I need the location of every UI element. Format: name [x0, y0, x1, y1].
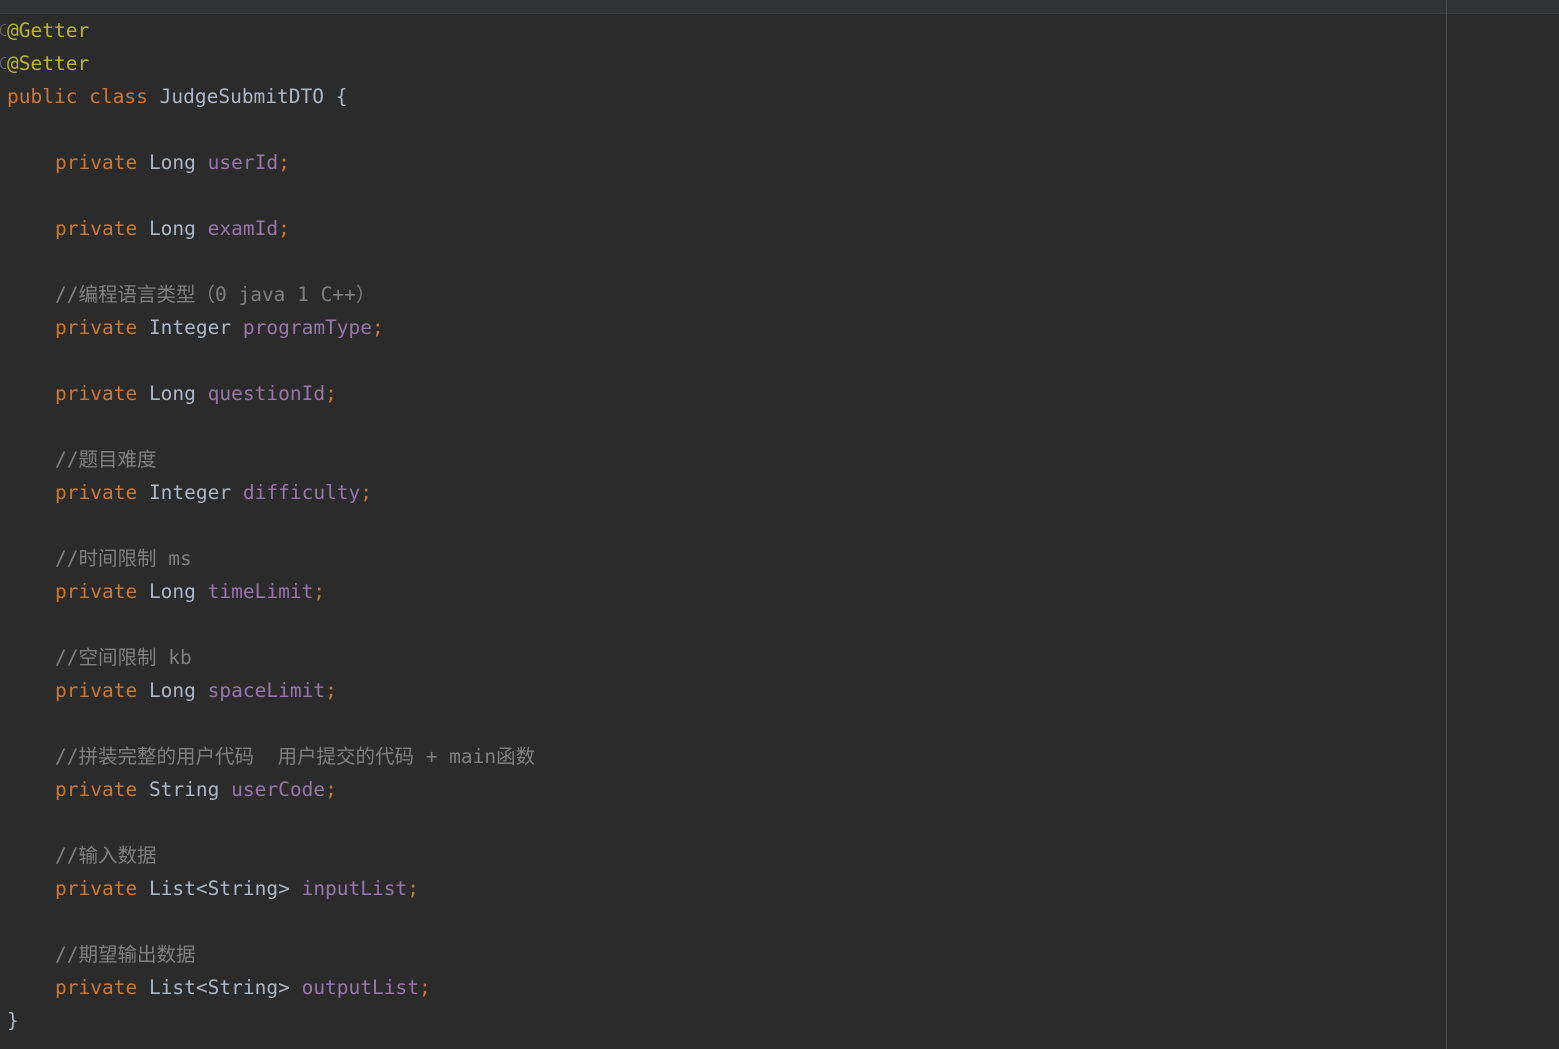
code-line[interactable] — [7, 905, 535, 938]
field-type: Long — [148, 382, 196, 405]
code-line[interactable] — [7, 509, 535, 542]
code-comment: //拼装完整的用户代码 用户提交的代码 + main函数 — [55, 745, 536, 768]
close-brace: } — [7, 1009, 19, 1032]
fold-marker-icon[interactable] — [0, 57, 6, 69]
code-line[interactable]: private Long examId; — [7, 212, 535, 245]
code-line[interactable]: @Setter — [7, 47, 535, 80]
code-line[interactable]: private List<String> inputList; — [7, 872, 535, 905]
code-line[interactable]: private List<String> outputList; — [7, 971, 535, 1004]
field-name: outputList — [301, 976, 419, 999]
annotation: @Getter — [7, 19, 90, 42]
field-modifier: private — [55, 481, 138, 504]
code-line[interactable]: private Long userId; — [7, 146, 535, 179]
code-editor[interactable]: @Getter @Setter public class JudgeSubmitDT… — [0, 0, 1559, 1049]
semicolon: ; — [313, 580, 326, 603]
field-type: Integer — [148, 316, 232, 339]
semicolon: ; — [325, 778, 337, 801]
field-type: Integer — [148, 481, 232, 504]
semicolon: ; — [325, 679, 337, 702]
code-line[interactable]: private Integer difficulty; — [7, 476, 535, 509]
code-line[interactable]: //编程语言类型（0 java 1 C++） — [7, 278, 535, 311]
semicolon: ; — [407, 877, 419, 900]
code-comment: //题目难度 — [55, 448, 157, 471]
code-comment: //空间限制 kb — [55, 646, 192, 669]
code-line[interactable] — [7, 410, 535, 443]
code-line[interactable] — [7, 806, 535, 839]
right-margin-guide — [1446, 0, 1447, 1049]
code-line[interactable]: private Long spaceLimit; — [7, 674, 535, 707]
field-modifier: private — [55, 580, 138, 603]
semicolon: ; — [325, 382, 337, 405]
code-line[interactable]: //时间限制 ms — [7, 542, 535, 575]
field-modifier: private — [55, 778, 138, 801]
fold-marker-icon[interactable] — [0, 24, 6, 36]
editor-tab-strip — [0, 0, 1559, 14]
code-comment: //输入数据 — [55, 844, 157, 867]
field-type: Long — [148, 679, 196, 702]
field-name: inputList — [301, 877, 408, 900]
field-modifier: private — [55, 217, 138, 240]
code-line[interactable] — [7, 245, 535, 278]
code-line[interactable]: //拼装完整的用户代码 用户提交的代码 + main函数 — [7, 740, 535, 773]
code-line[interactable]: private Long questionId; — [7, 377, 535, 410]
field-modifier: private — [55, 976, 138, 999]
code-line[interactable] — [7, 707, 535, 740]
code-comment: //时间限制 ms — [55, 547, 192, 570]
field-modifier: private — [55, 877, 138, 900]
code-line[interactable] — [7, 344, 535, 377]
class-keywords: public class — [7, 85, 148, 108]
annotation: @Setter — [7, 52, 90, 75]
code-line[interactable]: public class JudgeSubmitDTO { — [7, 80, 535, 113]
field-name: examId — [207, 217, 279, 240]
code-comment: //编程语言类型（0 java 1 C++） — [55, 283, 376, 306]
field-name: difficulty — [242, 481, 361, 504]
field-type: Long — [148, 151, 196, 174]
field-type: String — [148, 778, 220, 801]
semicolon: ; — [360, 481, 373, 504]
semicolon: ; — [418, 976, 431, 999]
code-line[interactable]: //输入数据 — [7, 839, 535, 872]
field-name: spaceLimit — [207, 679, 326, 702]
code-line[interactable]: } — [7, 1004, 535, 1037]
field-type: Long — [148, 217, 196, 240]
field-name: userCode — [231, 778, 326, 801]
field-name: questionId — [207, 382, 326, 405]
code-line[interactable]: private String userCode; — [7, 773, 535, 806]
semicolon: ; — [278, 217, 290, 240]
class-name: JudgeSubmitDTO — [159, 85, 325, 108]
field-modifier: private — [55, 151, 138, 174]
open-brace: { — [335, 85, 348, 108]
field-type: List<String> — [148, 976, 290, 999]
code-line[interactable] — [7, 113, 535, 146]
semicolon: ; — [372, 316, 384, 339]
field-name: userId — [207, 151, 279, 174]
semicolon: ; — [278, 151, 290, 174]
code-line[interactable]: private Long timeLimit; — [7, 575, 535, 608]
code-comment: //期望输出数据 — [55, 943, 196, 966]
field-modifier: private — [55, 316, 138, 339]
field-name: timeLimit — [207, 580, 314, 603]
field-type: List<String> — [148, 877, 290, 900]
field-type: Long — [148, 580, 196, 603]
field-name: programType — [242, 316, 373, 339]
code-line[interactable]: private Integer programType; — [7, 311, 535, 344]
code-line[interactable]: //期望输出数据 — [7, 938, 535, 971]
field-modifier: private — [55, 382, 138, 405]
code-line[interactable] — [7, 608, 535, 641]
code-line[interactable]: @Getter — [7, 14, 535, 47]
field-modifier: private — [55, 679, 138, 702]
code-area[interactable]: @Getter @Setter public class JudgeSubmitDT… — [0, 14, 535, 1037]
code-line[interactable]: //空间限制 kb — [7, 641, 535, 674]
code-line[interactable]: //题目难度 — [7, 443, 535, 476]
code-line[interactable] — [7, 179, 535, 212]
